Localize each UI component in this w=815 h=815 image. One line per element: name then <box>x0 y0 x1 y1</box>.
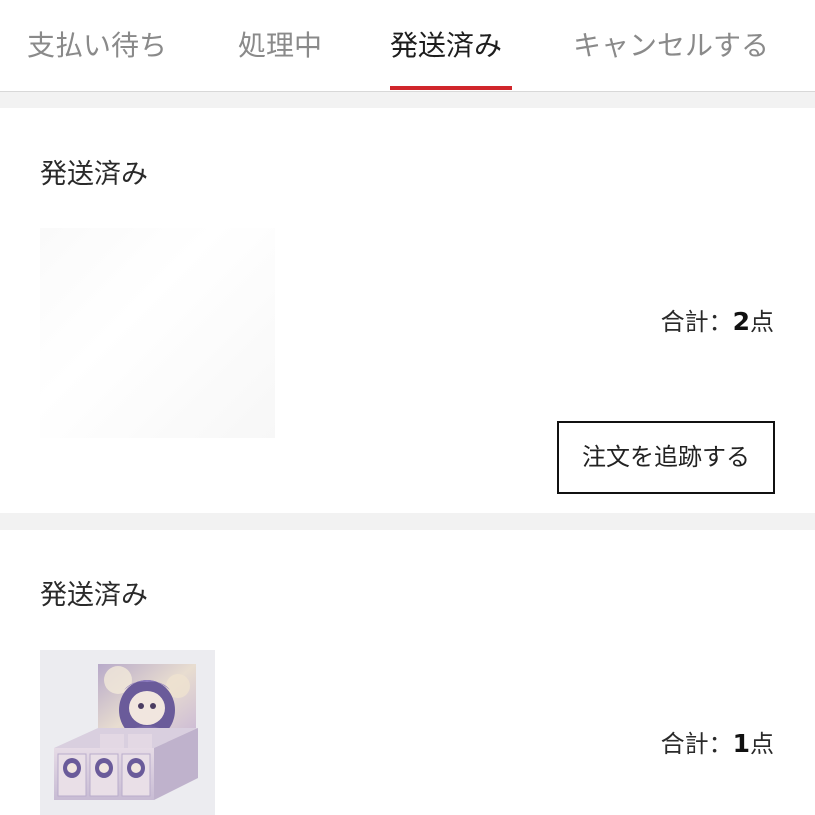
tab-awaiting-payment[interactable]: 支払い待ち <box>27 0 167 92</box>
total-prefix: 合計： <box>660 730 733 758</box>
active-tab-indicator <box>390 86 512 90</box>
order-card[interactable]: 発送済み 合計：1点 <box>0 530 815 815</box>
product-image[interactable] <box>40 650 215 815</box>
product-image-placeholder <box>40 228 275 438</box>
total-count: 2 <box>732 307 750 336</box>
tab-processing[interactable]: 処理中 <box>238 0 322 92</box>
blind-box-figure-image <box>40 650 215 815</box>
order-status-label: 発送済み <box>40 159 148 190</box>
order-total: 合計：1点 <box>661 724 774 759</box>
order-card[interactable]: 発送済み 合計：2点 注文を追跡する <box>0 108 815 513</box>
tab-shipped[interactable]: 発送済み <box>390 0 502 92</box>
total-count: 1 <box>732 729 750 758</box>
tab-cancel[interactable]: キャンセルする <box>573 0 769 92</box>
track-order-button[interactable]: 注文を追跡する <box>557 421 775 494</box>
total-suffix: 点 <box>750 730 774 758</box>
total-prefix: 合計： <box>660 308 733 336</box>
order-status-label: 発送済み <box>40 580 148 611</box>
order-status-tabs: 支払い待ち 処理中 発送済み キャンセルする <box>0 0 815 92</box>
order-total: 合計：2点 <box>661 302 774 337</box>
total-suffix: 点 <box>750 308 774 336</box>
